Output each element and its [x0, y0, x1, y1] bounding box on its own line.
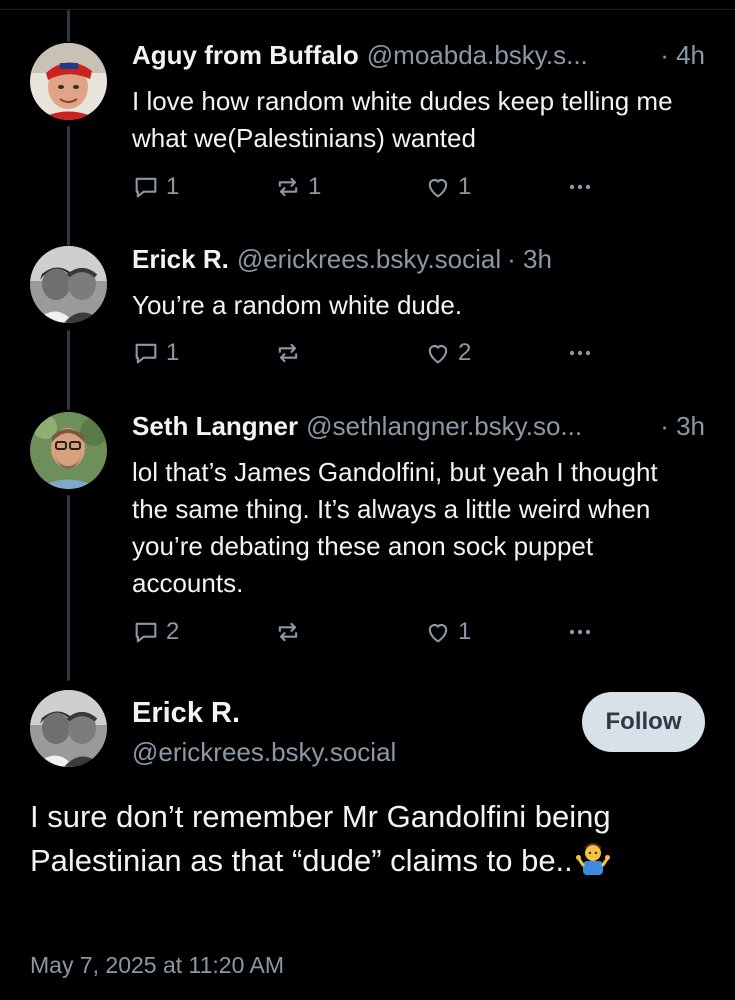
- reply-count: 1: [166, 339, 180, 366]
- like-count: 2: [458, 339, 472, 366]
- avatar[interactable]: [30, 246, 107, 323]
- reply-button[interactable]: 1: [132, 336, 179, 370]
- reply-icon: [135, 343, 157, 364]
- post-timestamp[interactable]: May 7, 2025 at 11:20 AM: [30, 952, 284, 979]
- author-handle[interactable]: @sethlangner.bsky.so...: [306, 411, 582, 442]
- post-actions: 1 1 1: [132, 170, 612, 204]
- author-name[interactable]: Aguy from Buffalo: [132, 40, 359, 71]
- author-handle[interactable]: @erickrees.bsky.social: [132, 737, 396, 768]
- post-text: lol that’s James Gandolfini, but yeah I …: [132, 457, 658, 598]
- post-time[interactable]: · 3h: [507, 244, 552, 275]
- reply-count: 2: [166, 618, 180, 645]
- thread-line: [67, 126, 70, 246]
- post-time[interactable]: · 4h: [650, 40, 705, 71]
- thread-line: [67, 330, 70, 410]
- heart-icon: [428, 624, 448, 643]
- repost-icon: [278, 177, 298, 197]
- reply-icon: [135, 622, 157, 643]
- person-shrugging-emoji: [575, 839, 611, 887]
- author-name[interactable]: Erick R.: [132, 697, 240, 730]
- repost-button[interactable]: [274, 615, 308, 649]
- like-count: 1: [458, 173, 472, 200]
- avatar[interactable]: [30, 690, 107, 767]
- repost-button[interactable]: 1: [274, 170, 321, 204]
- like-count: 1: [458, 618, 472, 645]
- thread-line: [67, 10, 70, 42]
- post-actions: 2 1: [132, 615, 612, 649]
- more-options-button[interactable]: [566, 615, 594, 649]
- repost-icon: [278, 343, 298, 363]
- post-text: I sure don’t remember Mr Gandolfini bein…: [30, 795, 710, 887]
- repost-button[interactable]: [274, 336, 308, 370]
- thread-line: [67, 495, 70, 681]
- avatar[interactable]: [30, 43, 107, 120]
- more-options-button[interactable]: [566, 336, 594, 370]
- post-header: Aguy from Buffalo @moabda.bsky.s... · 4h: [132, 40, 705, 74]
- reply-count: 1: [166, 173, 180, 200]
- post-text: You’re a random white dude.: [132, 290, 463, 320]
- author-name[interactable]: Erick R.: [132, 244, 229, 275]
- avatar[interactable]: [30, 412, 107, 489]
- post-time[interactable]: · 3h: [650, 411, 705, 442]
- divider: [0, 9, 735, 10]
- heart-icon: [428, 179, 448, 198]
- like-button[interactable]: 2: [424, 336, 471, 370]
- author-name[interactable]: Seth Langner: [132, 411, 298, 442]
- author-handle[interactable]: @erickrees.bsky.social: [237, 244, 501, 275]
- follow-button[interactable]: Follow: [582, 692, 705, 752]
- reply-icon: [135, 177, 157, 198]
- post-text: I love how random white dudes keep telli…: [132, 86, 673, 153]
- reply-button[interactable]: 1: [132, 170, 179, 204]
- post-thread-view: Aguy from Buffalo @moabda.bsky.s... · 4h…: [0, 0, 735, 1000]
- more-options-icon: [569, 184, 591, 190]
- repost-icon: [278, 622, 298, 642]
- repost-count: 1: [308, 173, 322, 200]
- post-header: Seth Langner @sethlangner.bsky.so... · 3…: [132, 411, 705, 445]
- author-handle[interactable]: @moabda.bsky.s...: [367, 40, 588, 71]
- like-button[interactable]: 1: [424, 170, 471, 204]
- post-text-content: I sure don’t remember Mr Gandolfini bein…: [30, 799, 611, 878]
- more-options-icon: [569, 629, 591, 635]
- more-options-button[interactable]: [566, 170, 594, 204]
- reply-button[interactable]: 2: [132, 615, 179, 649]
- post-actions: 1 2: [132, 336, 612, 370]
- more-options-icon: [569, 350, 591, 356]
- like-button[interactable]: 1: [424, 615, 471, 649]
- post-header: Erick R. @erickrees.bsky.social · 3h: [132, 244, 705, 278]
- heart-icon: [428, 345, 448, 364]
